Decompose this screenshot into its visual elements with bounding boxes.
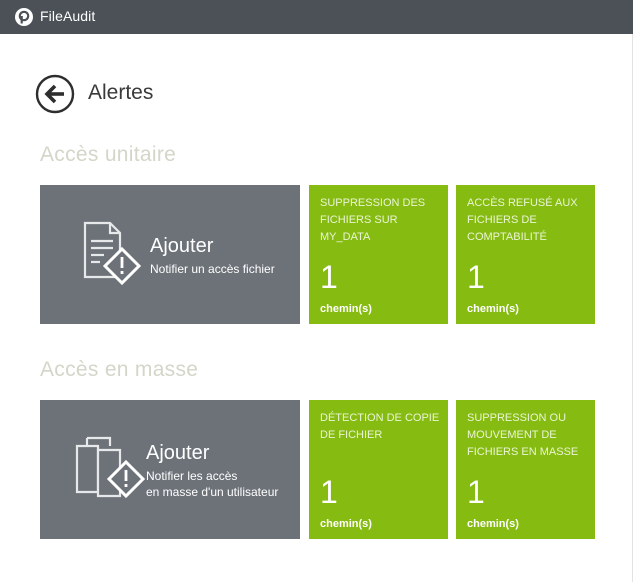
alert-tile[interactable]: Suppression ou mouvement de fichiers en … bbox=[456, 400, 595, 539]
alert-unit: chemin(s) bbox=[467, 518, 519, 530]
alert-tile[interactable]: Suppression des fichiers sur MY_DATA 1 c… bbox=[309, 185, 448, 324]
add-tile-subtitle: Notifier un accès fichier bbox=[150, 261, 275, 277]
add-tile-subtitle-line: Notifier les accès bbox=[146, 469, 238, 483]
add-tile-subtitle-line: en masse d'un utilisateur bbox=[146, 485, 279, 499]
add-tile-subtitle: Notifier les accès en masse d'un utilisa… bbox=[146, 468, 278, 500]
alert-count: 1 bbox=[467, 474, 485, 510]
back-arrow-icon[interactable] bbox=[35, 74, 75, 114]
add-tile-subtitle-line: Notifier un accès fichier bbox=[150, 262, 275, 276]
alert-count: 1 bbox=[467, 259, 485, 295]
add-tile-title: Ajouter bbox=[146, 442, 210, 464]
add-mass-alert-tile[interactable]: Ajouter Notifier les accès en masse d'un… bbox=[40, 400, 300, 539]
page-title: Alertes bbox=[88, 81, 154, 104]
fileaudit-logo-icon bbox=[15, 8, 33, 26]
alert-unit: chemin(s) bbox=[320, 518, 372, 530]
alert-tile[interactable]: Accès refusé aux fichiers de comptabilit… bbox=[456, 185, 595, 324]
multiple-files-alert-icon bbox=[75, 436, 146, 499]
alert-count: 1 bbox=[320, 259, 338, 295]
title-bar: FileAudit bbox=[0, 0, 633, 34]
alert-tile[interactable]: Détection de copie de fichier 1 chemin(s… bbox=[309, 400, 448, 539]
alert-name: Suppression ou mouvement de fichiers en … bbox=[467, 412, 579, 458]
app-name: FileAudit bbox=[40, 8, 96, 24]
add-tile-title: Ajouter bbox=[150, 235, 214, 257]
alert-unit: chemin(s) bbox=[467, 303, 519, 315]
alert-name: Accès refusé aux fichiers de comptabilit… bbox=[467, 197, 578, 243]
add-unit-alert-tile[interactable]: Ajouter Notifier un accès fichier bbox=[40, 185, 300, 324]
alert-name: Détection de copie de fichier bbox=[320, 412, 440, 441]
alert-name: Suppression des fichiers sur MY_DATA bbox=[320, 197, 426, 243]
section-title-mass-access: Accès en masse bbox=[40, 358, 199, 381]
file-alert-icon bbox=[83, 221, 142, 286]
alert-unit: chemin(s) bbox=[320, 303, 372, 315]
section-title-unit-access: Accès unitaire bbox=[40, 143, 177, 166]
alert-count: 1 bbox=[320, 474, 338, 510]
